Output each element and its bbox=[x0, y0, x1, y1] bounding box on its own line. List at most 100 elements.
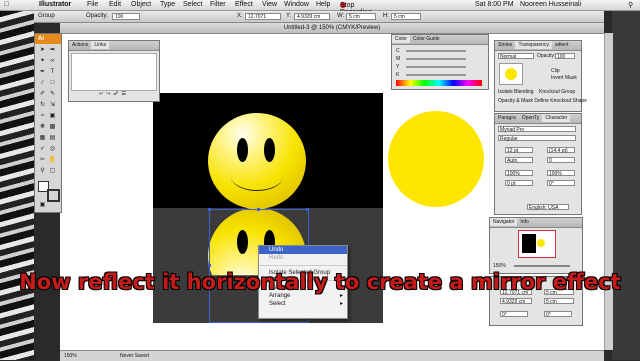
menu-edit[interactable]: Edit bbox=[109, 1, 121, 8]
resize-handle[interactable] bbox=[306, 208, 309, 211]
free-transform-tool-icon[interactable]: ▣ bbox=[48, 112, 57, 121]
menu-window[interactable]: Window bbox=[284, 1, 309, 8]
warp-tool-icon[interactable]: ≈ bbox=[38, 112, 47, 121]
tab-opentype[interactable]: OpenTy bbox=[519, 114, 543, 122]
artboard-tool-icon[interactable]: ▢ bbox=[48, 167, 57, 176]
selection-tool-icon[interactable]: ➤ bbox=[38, 46, 47, 55]
transform-h-input[interactable]: 5 cm bbox=[544, 298, 574, 305]
blend-mode-select[interactable]: Normal bbox=[498, 53, 534, 60]
font-size-input[interactable]: 12 pt bbox=[505, 147, 533, 154]
magic-wand-tool-icon[interactable]: ✦ bbox=[38, 57, 47, 66]
y-slider[interactable] bbox=[406, 66, 466, 68]
links-list[interactable] bbox=[71, 53, 157, 91]
menu-view[interactable]: View bbox=[262, 1, 277, 8]
mesh-tool-icon[interactable]: ▦ bbox=[38, 134, 47, 143]
m-slider[interactable] bbox=[406, 58, 466, 60]
type-tool-icon[interactable]: T bbox=[48, 68, 57, 77]
c-slider[interactable] bbox=[406, 50, 466, 52]
transform-rotate-input[interactable]: 0° bbox=[500, 311, 528, 318]
baseline-shift-input[interactable]: 0 pt bbox=[505, 180, 533, 187]
clock[interactable]: Sat 8:00 PM bbox=[475, 1, 514, 8]
rotate-tool-icon[interactable]: ↻ bbox=[38, 101, 47, 110]
menu-help[interactable]: Help bbox=[316, 1, 330, 8]
direct-selection-tool-icon[interactable]: ➥ bbox=[48, 46, 57, 55]
navigator-zoom-slider[interactable] bbox=[514, 265, 570, 267]
symbol-sprayer-tool-icon[interactable]: ❋ bbox=[38, 123, 47, 132]
opacity-mask-checkbox[interactable]: Opacity & Mask Define Knockout Shape bbox=[498, 98, 587, 104]
menu-file[interactable]: File bbox=[87, 1, 98, 8]
navigator-zoom[interactable]: 150% bbox=[493, 263, 506, 269]
h-field[interactable]: 5 cm bbox=[391, 13, 421, 20]
apple-icon[interactable]:  bbox=[4, 1, 9, 8]
scale-tool-icon[interactable]: ⇲ bbox=[48, 101, 57, 110]
w-field[interactable]: 5 cm bbox=[346, 13, 376, 20]
tab-gradient[interactable]: adient bbox=[552, 41, 572, 49]
clip-checkbox[interactable]: Clip bbox=[551, 68, 560, 74]
font-style-select[interactable]: Regular bbox=[498, 135, 576, 142]
menu-app-name[interactable]: Illustrator bbox=[39, 1, 71, 8]
smiley-face[interactable] bbox=[208, 113, 306, 209]
horizontal-scale-input[interactable]: 100% bbox=[505, 170, 533, 177]
rectangle-tool-icon[interactable]: □ bbox=[48, 79, 57, 88]
menu-select[interactable]: Select bbox=[183, 1, 202, 8]
resize-handle[interactable] bbox=[208, 208, 211, 211]
invert-mask-checkbox[interactable]: Invert Mask bbox=[551, 75, 577, 81]
links-toolbar-icons[interactable]: ↩↪☍☰ bbox=[99, 91, 129, 97]
stroke-swatch-icon[interactable] bbox=[47, 189, 60, 202]
opacity-field[interactable]: 100 bbox=[112, 13, 140, 20]
tab-color[interactable]: Color bbox=[392, 35, 410, 43]
opacity-input[interactable]: 100 bbox=[555, 53, 575, 60]
resize-handle[interactable] bbox=[257, 208, 260, 211]
context-menu-select[interactable]: Select ▸ bbox=[259, 300, 347, 308]
y-field[interactable]: 4.9329 cm bbox=[294, 13, 330, 20]
yellow-circle[interactable] bbox=[388, 111, 484, 207]
navigator-preview[interactable] bbox=[518, 230, 556, 258]
line-tool-icon[interactable]: ∕ bbox=[38, 79, 47, 88]
isolate-blending-checkbox[interactable]: Isolate Blending bbox=[498, 89, 534, 95]
zoom-tool-icon[interactable]: ⚲ bbox=[38, 167, 47, 176]
color-spectrum[interactable] bbox=[396, 80, 482, 86]
transform-y-input[interactable]: 4.9329 cm bbox=[500, 298, 532, 305]
leading-input[interactable]: (14.4 pt) bbox=[547, 147, 575, 154]
graph-tool-icon[interactable]: ▩ bbox=[48, 123, 57, 132]
tab-actions[interactable]: Actions bbox=[69, 41, 91, 49]
pencil-tool-icon[interactable]: ✎ bbox=[48, 90, 57, 99]
screen-mode-icon[interactable]: ▣ bbox=[38, 201, 47, 210]
x-field[interactable]: 12.7071 bbox=[245, 13, 281, 20]
tab-paragraph[interactable]: Paragra bbox=[495, 114, 519, 122]
character-rotation-input[interactable]: 0° bbox=[547, 180, 575, 187]
document-title[interactable]: Untitled-3 @ 150% (CMYK/Preview) bbox=[60, 23, 604, 34]
context-menu-redo[interactable]: Redo bbox=[259, 254, 347, 262]
menu-effect[interactable]: Effect bbox=[235, 1, 253, 8]
menu-type[interactable]: Type bbox=[160, 1, 175, 8]
vertical-scale-input[interactable]: 100% bbox=[547, 170, 575, 177]
pen-tool-icon[interactable]: ✒ bbox=[38, 68, 47, 77]
font-family-select[interactable]: Myriad Pro bbox=[498, 126, 576, 133]
tab-stroke[interactable]: Stroke bbox=[495, 41, 515, 49]
menu-object[interactable]: Object bbox=[131, 1, 151, 8]
context-menu-undo[interactable]: Undo bbox=[259, 246, 347, 254]
spotlight-icon[interactable]: ⚲ bbox=[628, 1, 633, 9]
k-slider[interactable] bbox=[406, 74, 466, 76]
menu-filter[interactable]: Filter bbox=[210, 1, 226, 8]
scissors-tool-icon[interactable]: ✂ bbox=[38, 156, 47, 165]
lasso-tool-icon[interactable]: ∞ bbox=[48, 57, 57, 66]
kerning-input[interactable]: Auto bbox=[505, 157, 533, 164]
hand-tool-icon[interactable]: ✋ bbox=[48, 156, 57, 165]
transform-shear-input[interactable]: 0° bbox=[544, 311, 572, 318]
gradient-tool-icon[interactable]: ▤ bbox=[48, 134, 57, 143]
paintbrush-tool-icon[interactable]: ✐ bbox=[38, 90, 47, 99]
language-select[interactable]: English: USA bbox=[527, 204, 569, 211]
tab-navigator[interactable]: Navigator bbox=[490, 218, 518, 226]
user-name[interactable]: Nooreen Husseinali bbox=[520, 1, 581, 8]
tab-links[interactable]: Links bbox=[91, 41, 110, 49]
blend-tool-icon[interactable]: ◎ bbox=[48, 145, 57, 154]
vertical-scrollbar[interactable] bbox=[604, 33, 613, 350]
tracking-input[interactable]: 0 bbox=[547, 157, 575, 164]
knockout-group-checkbox[interactable]: Knockout Group bbox=[539, 89, 575, 95]
eyedropper-tool-icon[interactable]: ✓ bbox=[38, 145, 47, 154]
tab-info[interactable]: Info bbox=[517, 218, 531, 226]
tab-transparency[interactable]: Transparency bbox=[515, 41, 552, 49]
resize-handle[interactable] bbox=[208, 264, 211, 267]
tab-color-guide[interactable]: Color Guide bbox=[410, 35, 443, 43]
